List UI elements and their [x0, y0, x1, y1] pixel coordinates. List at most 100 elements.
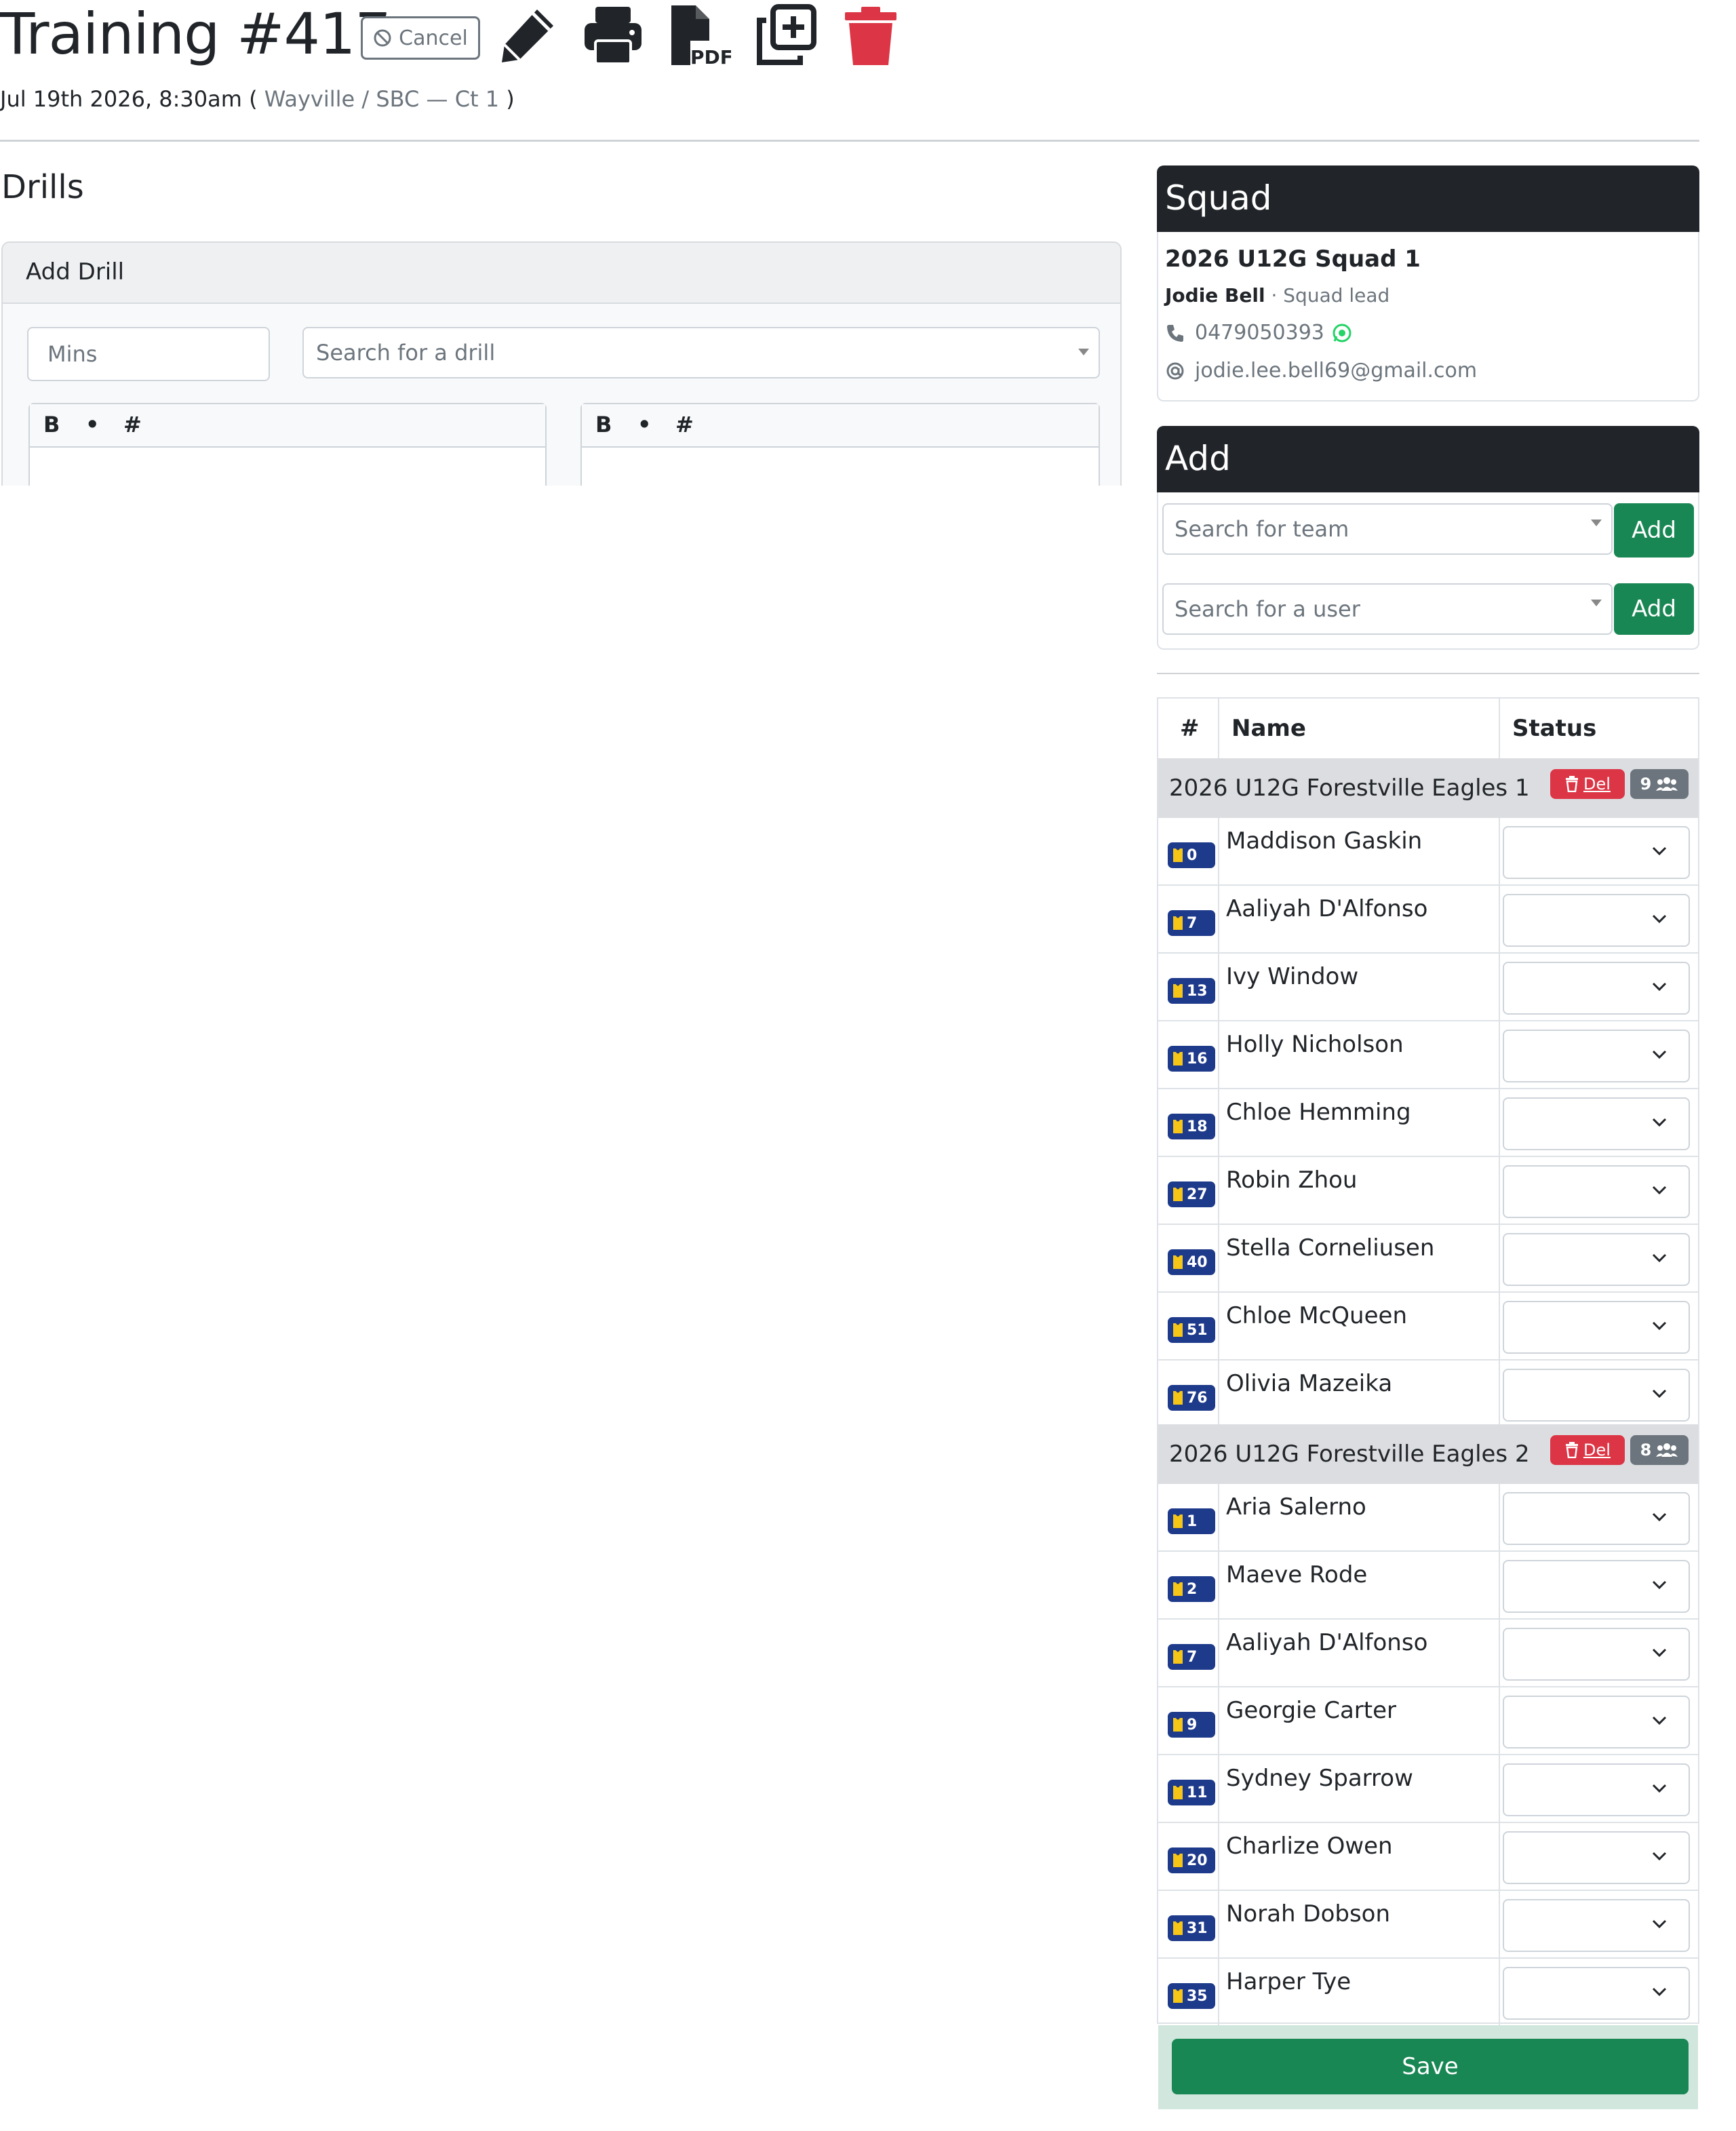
jersey-icon: [1173, 1718, 1183, 1732]
col-divider: [1499, 699, 1500, 758]
venue-link[interactable]: Wayville / SBC — Ct 1: [264, 86, 499, 112]
bold-button[interactable]: B: [595, 411, 612, 438]
status-select[interactable]: [1503, 1369, 1690, 1422]
del-label: Del: [1583, 1441, 1611, 1460]
editor-toolbar: B • #: [30, 404, 545, 448]
status-select[interactable]: [1503, 1560, 1690, 1613]
jersey-icon: [1173, 1188, 1183, 1201]
jersey-icon: [1173, 1514, 1183, 1528]
table-row: 51 Chloe McQueen: [1158, 1293, 1698, 1361]
status-select[interactable]: [1503, 1301, 1690, 1354]
table-row: 1 Aria Salerno: [1158, 1484, 1698, 1552]
drill-notes-editor-left[interactable]: B • #: [28, 403, 547, 486]
table-row: 16 Holly Nicholson: [1158, 1021, 1698, 1089]
player-name: Maeve Rode: [1226, 1561, 1368, 1588]
jersey-badge: 2: [1168, 1576, 1215, 1602]
col-header-name: Name: [1231, 715, 1306, 742]
jersey-badge: 1: [1168, 1508, 1215, 1534]
jersey-number: 2: [1187, 1580, 1198, 1598]
bullet-list-button[interactable]: •: [637, 411, 651, 438]
jersey-icon: [1173, 1650, 1183, 1664]
col-divider: [1218, 1361, 1219, 1428]
whatsapp-icon[interactable]: [1332, 323, 1352, 343]
delete-group-button[interactable]: Del: [1550, 769, 1625, 799]
jersey-badge: 18: [1168, 1114, 1215, 1139]
jersey-badge: 76: [1168, 1385, 1215, 1411]
table-row: 0 Maddison Gaskin: [1158, 818, 1698, 886]
bold-button[interactable]: B: [43, 411, 60, 438]
trash-icon[interactable]: [838, 3, 903, 68]
team-search-select[interactable]: Search for team: [1162, 503, 1613, 555]
numbered-list-button[interactable]: #: [123, 411, 142, 438]
status-select[interactable]: [1503, 1233, 1690, 1286]
cancel-button[interactable]: Cancel: [361, 16, 480, 60]
table-row: 20 Charlize Owen: [1158, 1823, 1698, 1891]
col-divider: [1218, 1021, 1219, 1089]
chevron-down-icon: [1652, 1321, 1667, 1331]
jersey-badge: 11: [1168, 1780, 1215, 1805]
status-select[interactable]: [1503, 826, 1690, 879]
squad-name: 2026 U12G Squad 1: [1165, 246, 1421, 273]
squad-email[interactable]: jodie.lee.bell69@gmail.com: [1195, 358, 1477, 384]
status-select[interactable]: [1503, 894, 1690, 947]
chevron-down-icon: [1591, 520, 1602, 526]
jersey-badge: 40: [1168, 1249, 1215, 1275]
bullet-list-button[interactable]: •: [85, 411, 99, 438]
jersey-icon: [1173, 1854, 1183, 1867]
user-search-select[interactable]: Search for a user: [1162, 583, 1613, 635]
status-select[interactable]: [1503, 1492, 1690, 1545]
jersey-badge: 0: [1168, 842, 1215, 868]
chevron-down-icon: [1078, 349, 1089, 355]
status-select[interactable]: [1503, 1030, 1690, 1082]
jersey-number: 27: [1187, 1186, 1208, 1203]
member-count-badge: 8: [1630, 1435, 1689, 1465]
status-select[interactable]: [1503, 1165, 1690, 1218]
add-team-button[interactable]: Add: [1614, 503, 1694, 558]
save-button[interactable]: Save: [1172, 2039, 1689, 2094]
pencil-icon[interactable]: [495, 3, 560, 68]
col-divider: [1218, 1755, 1219, 1823]
status-select[interactable]: [1503, 1967, 1690, 2020]
status-select[interactable]: [1503, 1831, 1690, 1884]
player-name: Stella Corneliusen: [1226, 1234, 1435, 1262]
copy-plus-icon[interactable]: [753, 3, 818, 68]
chevron-down-icon: [1652, 914, 1667, 924]
col-header-status: Status: [1512, 715, 1597, 742]
player-name: Maddison Gaskin: [1226, 827, 1423, 855]
delete-group-button[interactable]: Del: [1550, 1435, 1625, 1465]
close-paren: ): [506, 86, 515, 112]
squad-phone[interactable]: 0479050393: [1195, 320, 1324, 346]
jersey-badge: 35: [1168, 1983, 1215, 2009]
jersey-number: 51: [1187, 1321, 1208, 1339]
col-divider: [1499, 818, 1500, 886]
chevron-down-icon: [1652, 1186, 1667, 1195]
numbered-list-button[interactable]: #: [675, 411, 694, 438]
drill-search-select[interactable]: Search for a drill: [302, 327, 1100, 378]
status-select[interactable]: [1503, 1696, 1690, 1748]
file-pdf-icon[interactable]: PDF: [666, 3, 731, 68]
status-select[interactable]: [1503, 1763, 1690, 1816]
mins-input[interactable]: Mins: [27, 327, 270, 381]
drill-notes-editor-right[interactable]: B • #: [580, 403, 1100, 486]
status-select[interactable]: [1503, 962, 1690, 1015]
chevron-down-icon: [1652, 846, 1667, 856]
at-icon: [1166, 362, 1184, 380]
status-select[interactable]: [1503, 1628, 1690, 1681]
member-count-badge: 9: [1630, 769, 1689, 799]
cancel-label: Cancel: [399, 26, 468, 50]
jersey-number: 35: [1187, 1987, 1208, 2005]
add-user-button[interactable]: Add: [1614, 583, 1694, 635]
status-select[interactable]: [1503, 1097, 1690, 1150]
col-divider: [1218, 1687, 1219, 1755]
status-select[interactable]: [1503, 1899, 1690, 1952]
jersey-number: 40: [1187, 1253, 1208, 1271]
player-name: Aaliyah D'Alfonso: [1226, 1629, 1428, 1656]
chevron-down-icon: [1652, 1050, 1667, 1059]
chevron-down-icon: [1652, 1716, 1667, 1725]
col-divider: [1499, 1293, 1500, 1361]
jersey-icon: [1173, 1391, 1183, 1405]
col-divider: [1499, 1361, 1500, 1428]
printer-icon[interactable]: [580, 3, 646, 68]
chevron-down-icon: [1652, 1784, 1667, 1793]
chevron-down-icon: [1652, 982, 1667, 992]
